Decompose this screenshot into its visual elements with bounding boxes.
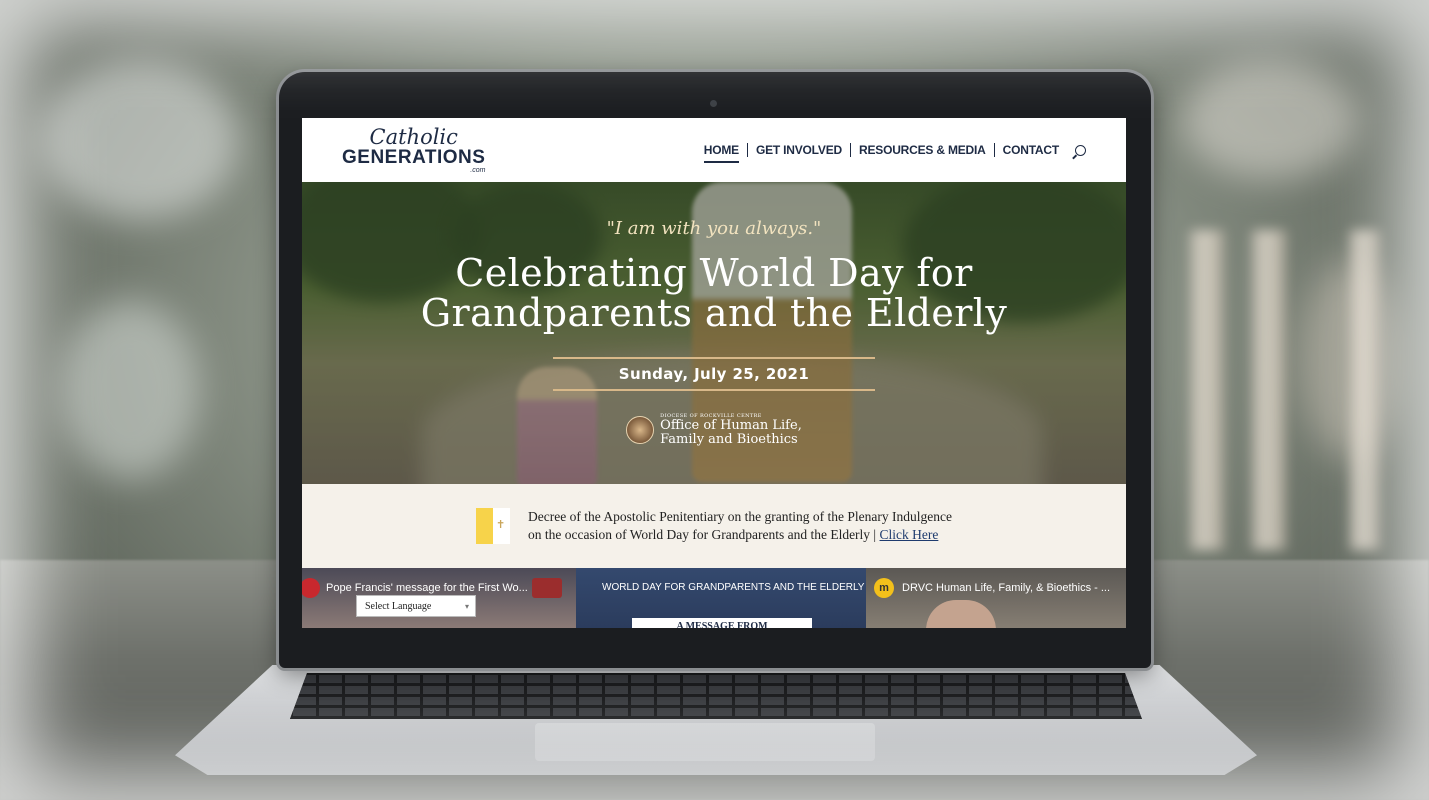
logo-suffix: .com [470,166,486,174]
nav-home[interactable]: HOME [696,143,747,163]
video-pope-francis[interactable]: Pope Francis' message for the First Wo..… [302,568,576,628]
hero-title-line2: Grandparents and the Elderly [420,291,1008,335]
camera-icon [710,100,717,107]
search-icon[interactable] [1075,144,1086,156]
vatican-flag-icon [476,508,510,544]
nav-resources-media[interactable]: RESOURCES & MEDIA [850,143,994,157]
video-title[interactable]: DRVC Human Life, Family, & Bioethics - .… [902,582,1110,594]
hero-title: Celebrating World Day for Grandparents a… [421,253,1007,333]
nav-contact[interactable]: CONTACT [993,143,1067,157]
decree-line1: Decree of the Apostolic Penitentiary on … [528,509,952,524]
office-emblem-icon [626,416,655,444]
share-icon[interactable] [532,578,562,598]
keyboard [290,673,1142,719]
video-title[interactable]: WORLD DAY FOR GRANDPARENTS AND THE ELDER… [602,582,864,593]
divider [553,389,875,391]
hero-quote: "I am with you always." [606,218,822,239]
video-thumbnail [926,600,996,628]
nav-get-involved[interactable]: GET INVOLVED [746,143,850,157]
video-drvc[interactable]: m DRVC Human Life, Family, & Bioethics -… [866,568,1126,628]
trackpad [535,723,875,761]
channel-avatar-icon [302,578,320,598]
channel-avatar-icon: m [874,578,894,598]
logo-script: Catholic [369,124,458,149]
video-row: Pope Francis' message for the First Wo..… [302,568,1126,628]
main-nav: HOME GET INVOLVED RESOURCES & MEDIA CONT… [696,143,1086,163]
hero-title-line1: Celebrating World Day for [455,251,973,295]
laptop-lid: Catholic GENERATIONS .com HOME GET INVOL… [279,72,1151,668]
office-line2: Family and Bioethics [660,432,798,447]
video-world-day[interactable]: WORLD DAY FOR GRANDPARENTS AND THE ELDER… [576,568,866,628]
site-header: Catholic GENERATIONS .com HOME GET INVOL… [302,118,1126,182]
laptop-screen: Catholic GENERATIONS .com HOME GET INVOL… [302,118,1126,628]
site-logo[interactable]: Catholic GENERATIONS .com [342,124,486,174]
office-logo: DIOCESE OF ROCKVILLE CENTRE Office of Hu… [626,413,802,447]
hero-date: Sunday, July 25, 2021 [618,365,810,383]
hero-banner: "I am with you always." Celebrating Worl… [302,182,1126,484]
logo-main: GENERATIONS [342,146,486,168]
decree-banner: Decree of the Apostolic Penitentiary on … [302,484,1126,568]
hero-date-block: Sunday, July 25, 2021 [553,357,875,391]
laptop-base [175,665,1257,775]
office-line1: Office of Human Life, [660,418,802,433]
video-title[interactable]: Pope Francis' message for the First Wo..… [326,582,528,594]
decree-line2: on the occasion of World Day for Grandpa… [528,527,880,542]
message-banner: A MESSAGE FROM [632,618,812,628]
language-select[interactable]: Select Language [356,595,476,618]
decree-click-here-link[interactable]: Click Here [880,527,939,542]
decree-text: Decree of the Apostolic Penitentiary on … [528,508,952,544]
